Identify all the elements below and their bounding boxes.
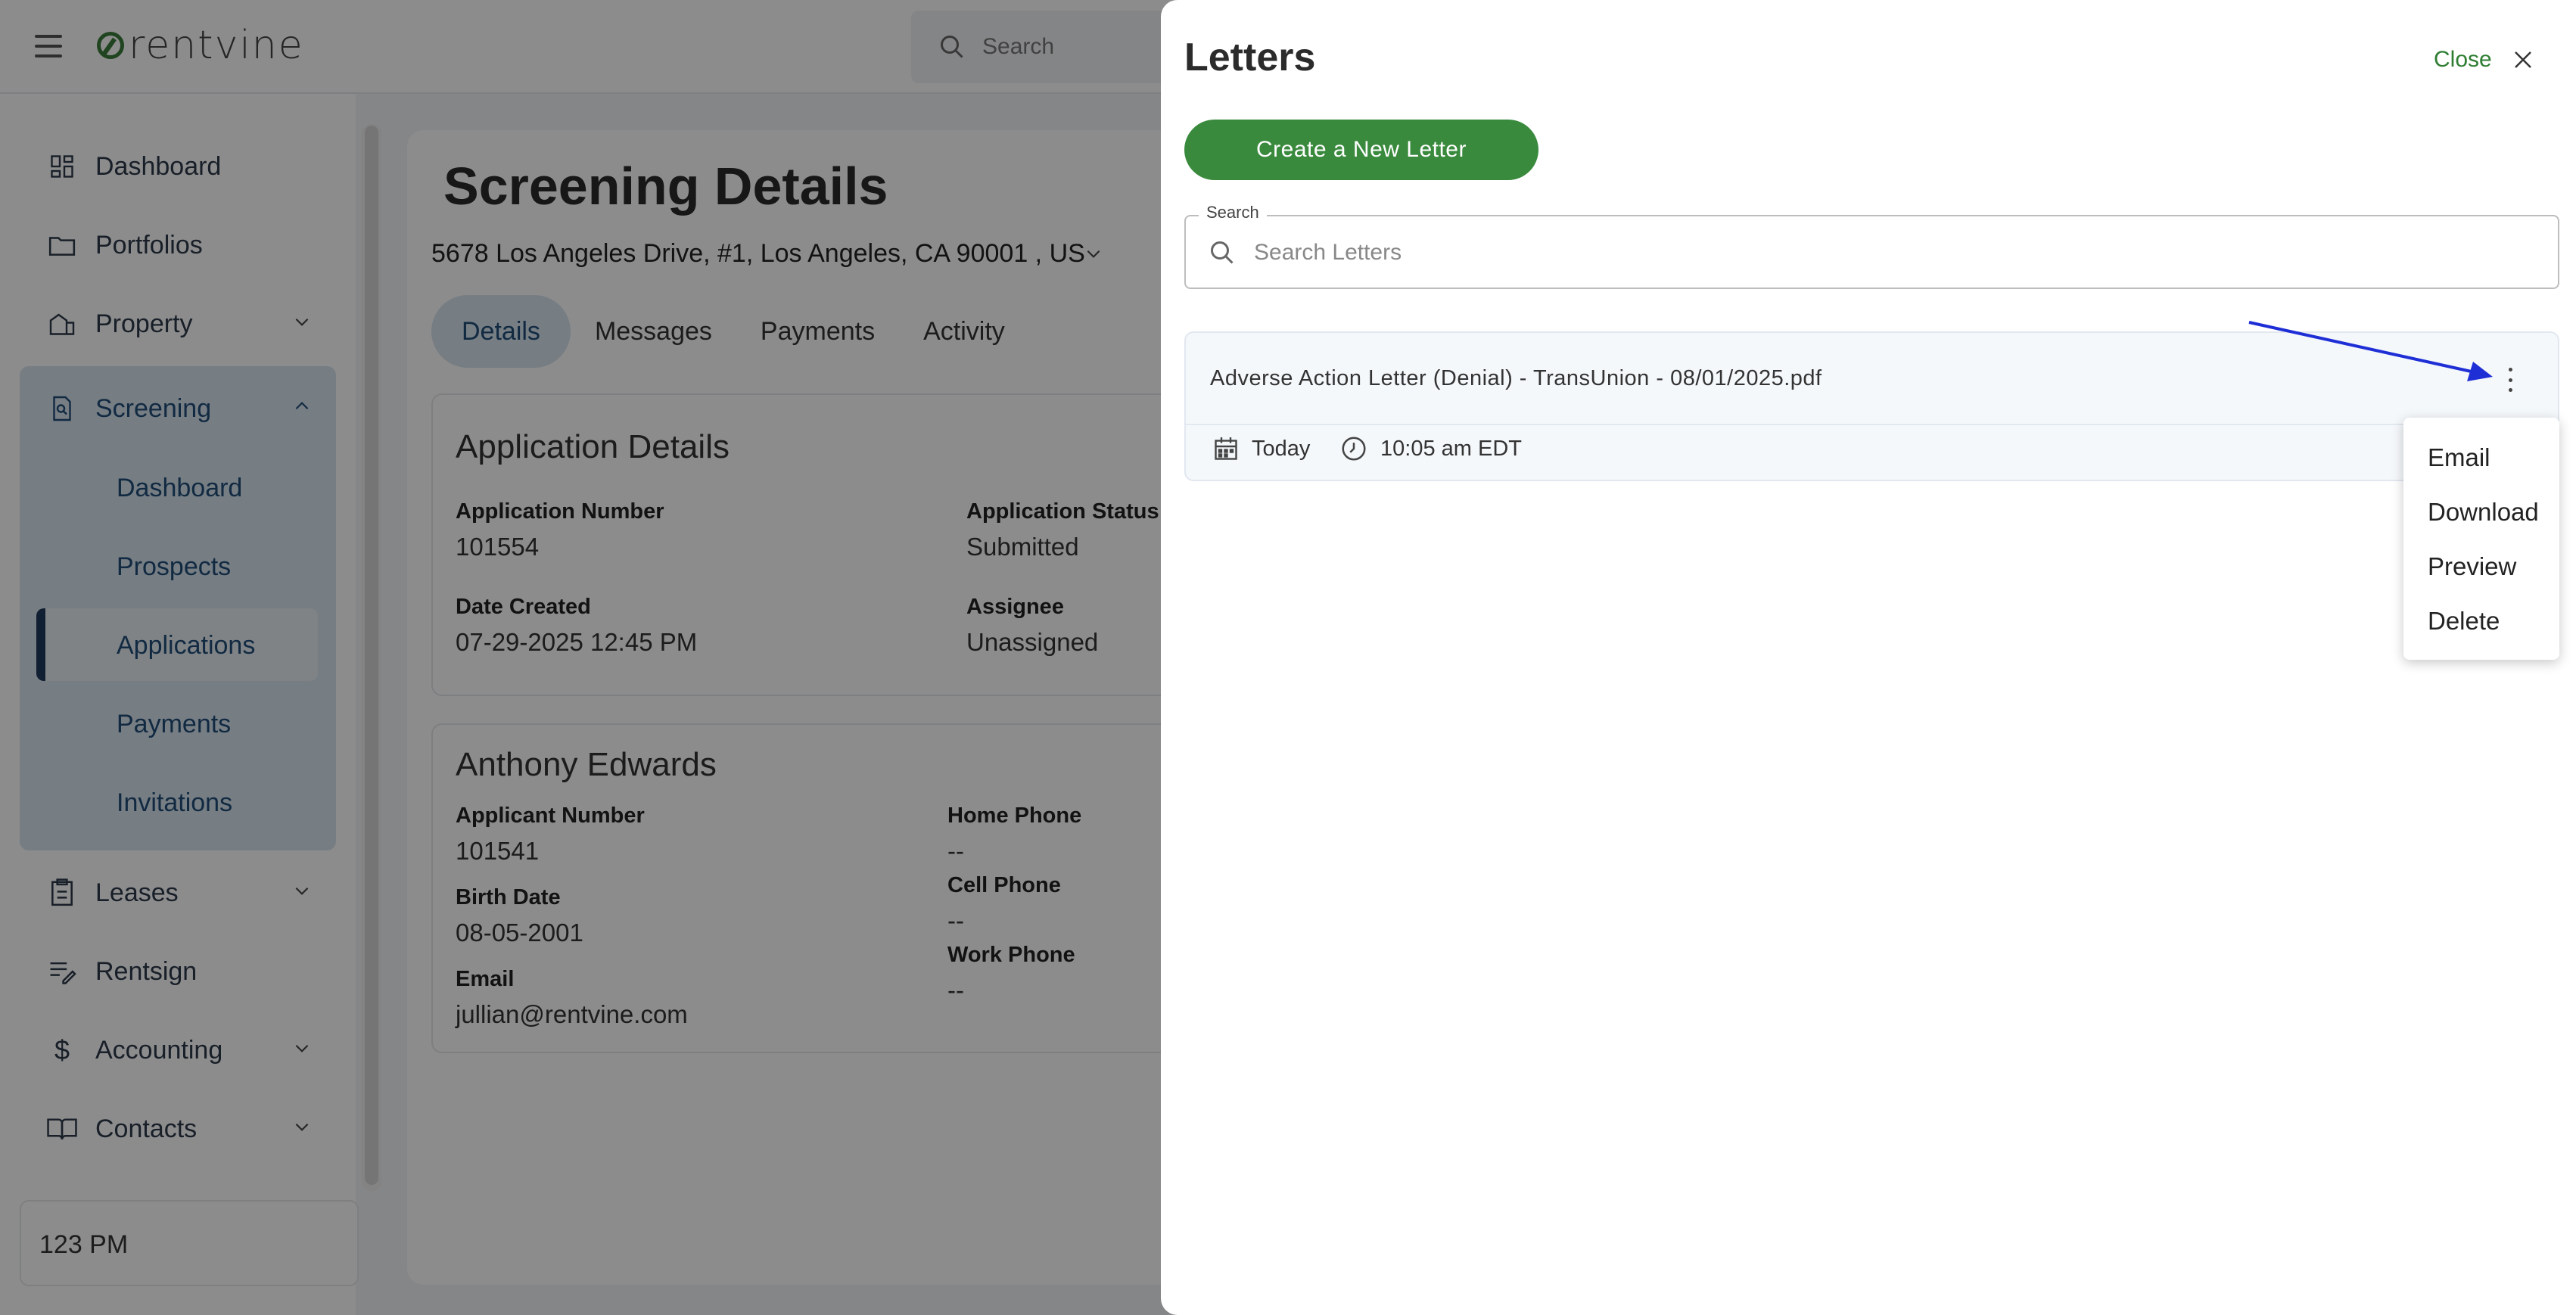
create-letter-button[interactable]: Create a New Letter xyxy=(1184,120,1538,180)
divider xyxy=(1186,424,2558,425)
search-icon xyxy=(1211,241,1234,264)
calendar-icon xyxy=(1215,437,1237,460)
search-letters-field[interactable] xyxy=(1184,215,2559,289)
clock-icon xyxy=(1342,437,1366,461)
letter-filename[interactable]: Adverse Action Letter (Denial) - TransUn… xyxy=(1210,366,1822,391)
menu-item-download[interactable]: Download xyxy=(2428,498,2539,527)
annotation-arrow-icon xyxy=(2248,321,2493,381)
letter-time: 10:05 am EDT xyxy=(1339,434,1522,463)
more-options-icon[interactable] xyxy=(2499,365,2522,395)
close-icon xyxy=(2514,51,2531,68)
letter-actions-menu: Email Download Preview Delete xyxy=(2403,418,2559,660)
close-label: Close xyxy=(2434,47,2492,72)
letter-date-text: Today xyxy=(1252,436,1311,461)
menu-item-email[interactable]: Email xyxy=(2428,443,2490,472)
menu-item-preview[interactable]: Preview xyxy=(2428,552,2516,581)
letters-drawer xyxy=(1161,0,2576,1315)
close-button[interactable]: Close xyxy=(2434,47,2534,73)
menu-item-delete[interactable]: Delete xyxy=(2428,607,2500,636)
search-letters-input[interactable] xyxy=(1254,235,2465,271)
letter-time-text: 10:05 am EDT xyxy=(1380,436,1522,461)
drawer-title: Letters xyxy=(1184,36,1316,79)
search-label: Search xyxy=(1199,203,1267,222)
letter-date: Today xyxy=(1212,434,1310,463)
